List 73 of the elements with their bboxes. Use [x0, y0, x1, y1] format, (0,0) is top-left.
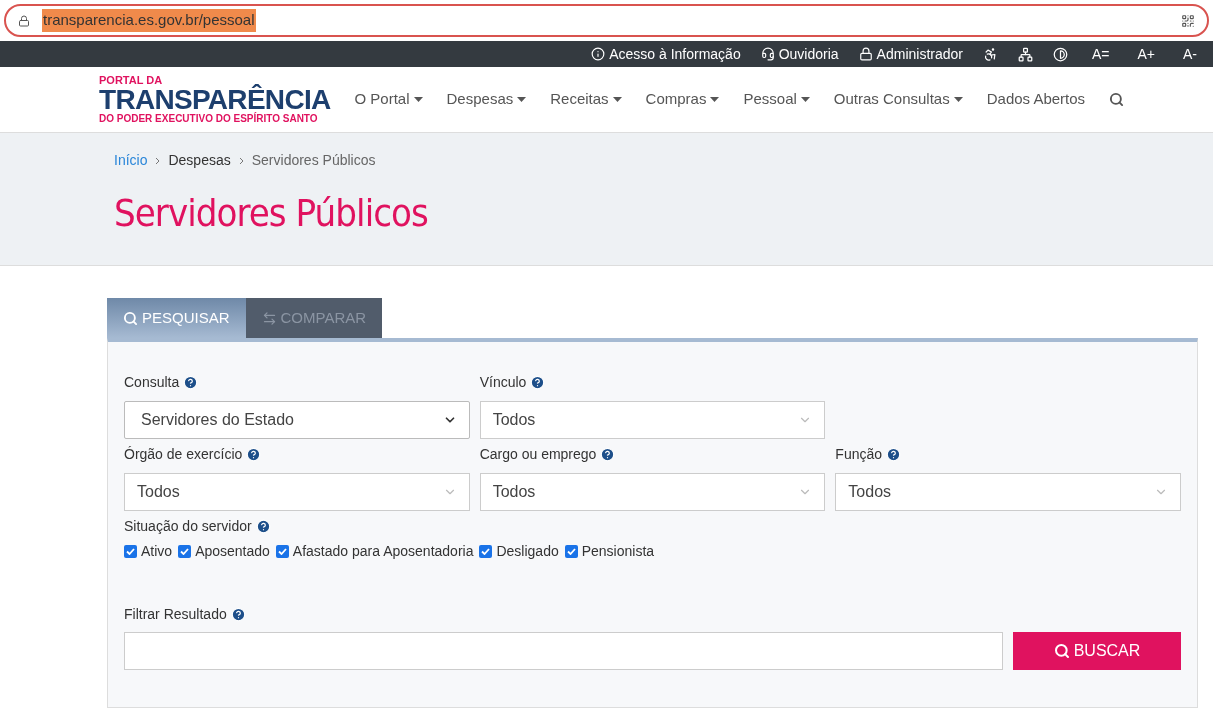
url-text: transparencia.es.gov.br/pessoal	[42, 9, 256, 32]
nav-link[interactable]: Despesas	[446, 88, 527, 111]
headset-icon	[760, 47, 775, 61]
checkbox-option[interactable]: Aposentado	[178, 541, 270, 562]
field-label: Órgão de exercício	[124, 444, 243, 464]
help-icon[interactable]	[600, 446, 616, 462]
nav-link[interactable]: Receitas	[550, 88, 622, 111]
select-field[interactable]: Todos	[479, 401, 826, 439]
nav-link[interactable]: Outras Consultas	[833, 88, 963, 111]
select-field[interactable]: Todos	[835, 473, 1181, 511]
nav-link[interactable]: O Portal	[354, 88, 423, 111]
select-field[interactable]: Todos	[124, 473, 470, 511]
field-label: Função	[835, 444, 883, 464]
chevron-right-icon	[155, 156, 161, 165]
checkbox[interactable]	[178, 545, 192, 558]
filter-input[interactable]	[124, 632, 1003, 670]
breadcrumb-item[interactable]: Início	[114, 150, 148, 171]
lock-icon	[18, 14, 30, 27]
field-label: Filtrar Resultado	[124, 604, 227, 624]
help-icon[interactable]	[530, 374, 546, 390]
nav-link[interactable]: Dados Abertos	[986, 88, 1086, 111]
checkbox[interactable]	[275, 545, 289, 558]
nav-link[interactable]: Pessoal	[743, 88, 810, 111]
swap-arrows-icon	[261, 310, 277, 326]
checkbox[interactable]	[479, 545, 493, 558]
search-icon	[1053, 643, 1070, 659]
chevron-right-icon	[238, 156, 244, 165]
caret-icon	[413, 97, 423, 102]
checkbox[interactable]	[124, 545, 137, 558]
breadcrumb-item: Servidores Públicos	[251, 151, 376, 170]
qr-code-icon[interactable]	[1181, 13, 1195, 28]
search-button[interactable]: BUSCAR	[1013, 632, 1181, 670]
help-icon[interactable]	[886, 446, 902, 462]
caret-icon	[612, 97, 622, 102]
lock-icon	[858, 47, 873, 61]
checkbox-option[interactable]: Desligado	[479, 541, 559, 562]
nav-link[interactable]: Compras	[645, 88, 720, 111]
field-label: Vínculo	[479, 372, 527, 392]
search-icon	[123, 310, 138, 326]
checkbox[interactable]	[564, 545, 578, 558]
page-title: Servidores Públicos	[114, 190, 429, 237]
font-size-button[interactable]: A-	[1179, 43, 1201, 65]
checkbox-option[interactable]: Afastado para Aposentadoria	[275, 541, 474, 562]
help-icon[interactable]	[255, 518, 271, 534]
caret-icon	[953, 97, 963, 102]
caret-icon	[517, 97, 527, 102]
info-icon	[591, 47, 606, 61]
address-bar[interactable]: transparencia.es.gov.br/pessoal	[4, 4, 1209, 37]
logo-top-text: PORTAL DA	[99, 75, 163, 86]
select-field[interactable]: Servidores do Estado	[124, 401, 470, 439]
logo-subtitle: DO PODER EXECUTIVO DO ESPÍRITO SANTO	[99, 114, 319, 124]
font-size-button[interactable]: A+	[1133, 43, 1159, 65]
select-field[interactable]: Todos	[479, 473, 826, 511]
search-icon[interactable]	[1109, 92, 1125, 107]
portal-logo[interactable]: PORTAL DA TRANSPARÊNCIA DO PODER EXECUTIVO DO ESPÍRITO SANTO	[99, 75, 331, 124]
checkbox-option[interactable]: Ativo	[124, 541, 173, 562]
top-link[interactable]: Administrador	[858, 43, 963, 65]
help-icon[interactable]	[183, 374, 199, 390]
sitemap-icon[interactable]	[1017, 46, 1033, 62]
field-label: Situação do servidor	[124, 516, 252, 536]
top-link[interactable]: Ouvidoria	[760, 43, 839, 65]
accessibility-icon[interactable]	[982, 46, 998, 62]
caret-icon	[710, 97, 720, 102]
top-link[interactable]: Acesso à Informação	[591, 43, 741, 65]
font-size-button[interactable]: A=	[1087, 43, 1114, 65]
field-label: Cargo ou emprego	[479, 444, 597, 464]
help-icon[interactable]	[246, 446, 262, 462]
caret-icon	[800, 97, 810, 102]
help-icon[interactable]	[230, 606, 246, 622]
checkbox-option[interactable]: Pensionista	[564, 541, 655, 562]
breadcrumb-item: Despesas	[168, 151, 231, 170]
contrast-icon[interactable]	[1052, 46, 1068, 62]
field-label: Consulta	[124, 372, 180, 392]
